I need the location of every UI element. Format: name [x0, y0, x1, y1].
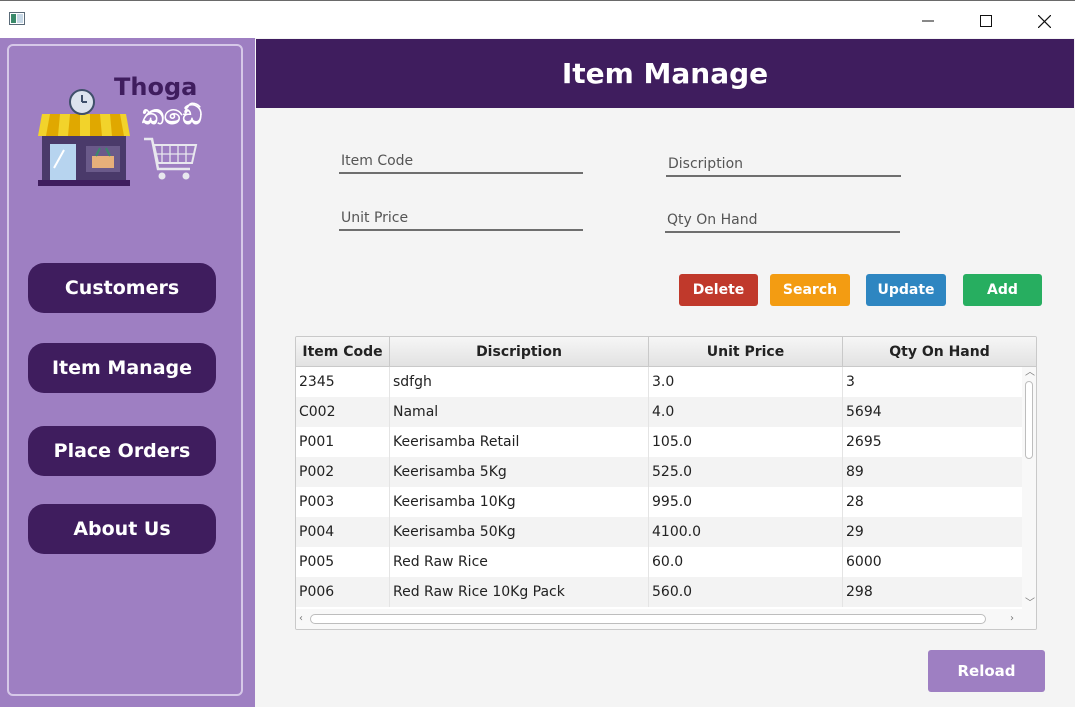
column-header-qty-on-hand[interactable]: Qty On Hand — [843, 337, 1036, 366]
shopping-cart-icon — [144, 137, 198, 180]
cell-unit-price: 3.0 — [649, 367, 843, 397]
cell-unit-price: 60.0 — [649, 547, 843, 577]
cell-item-code: 2345 — [296, 367, 390, 397]
cell-description: Red Raw Rice 10Kg Pack — [390, 577, 649, 607]
qty-on-hand-input[interactable] — [665, 209, 904, 231]
cell-qty-on-hand: 89 — [846, 464, 864, 480]
table-row[interactable]: P003 Keerisamba 10Kg 995.0 28 — [296, 487, 1022, 517]
minimize-button[interactable] — [905, 7, 951, 35]
cell-description: Keerisamba 5Kg — [390, 457, 649, 487]
cell-qty-on-hand: 6000 — [846, 554, 882, 570]
cell-unit-price: 105.0 — [649, 427, 843, 457]
table-row[interactable]: P001 Keerisamba Retail 105.0 2695 — [296, 427, 1022, 457]
cell-description: sdfgh — [390, 367, 649, 397]
cell-item-code: P006 — [296, 577, 390, 607]
search-button[interactable]: Search — [770, 274, 850, 306]
cell-unit-price: 4.0 — [649, 397, 843, 427]
cell-description: Keerisamba 50Kg — [390, 517, 649, 547]
scroll-up-icon[interactable]: ︿ — [1025, 368, 1035, 378]
scroll-left-icon[interactable]: ‹ — [299, 614, 303, 624]
cell-item-code: P001 — [296, 427, 390, 457]
item-code-input[interactable] — [339, 150, 587, 172]
table-header: Item Code Discription Unit Price Qty On … — [296, 337, 1036, 367]
cell-unit-price: 4100.0 — [649, 517, 843, 547]
cell-description: Keerisamba Retail — [390, 427, 649, 457]
column-header-item-code[interactable]: Item Code — [296, 337, 390, 366]
cell-item-code: P003 — [296, 487, 390, 517]
update-button[interactable]: Update — [866, 274, 946, 306]
nav-about-us-button[interactable]: About Us — [28, 504, 216, 554]
delete-button[interactable]: Delete — [679, 274, 758, 306]
logo-brand-sinhala: කඩේ — [142, 100, 203, 131]
cell-description: Keerisamba 10Kg — [390, 487, 649, 517]
page-title: Item Manage — [561, 57, 769, 90]
cell-qty-on-hand: 28 — [846, 494, 864, 510]
reload-button[interactable]: Reload — [928, 650, 1045, 692]
unit-price-input[interactable] — [339, 207, 587, 229]
cell-qty-on-hand: 3 — [846, 374, 855, 390]
vertical-scroll-thumb[interactable] — [1025, 381, 1033, 459]
add-button[interactable]: Add — [963, 274, 1042, 306]
items-table: Item Code Discription Unit Price Qty On … — [295, 336, 1037, 630]
table-row[interactable]: P002 Keerisamba 5Kg 525.0 89 — [296, 457, 1022, 487]
nav-customers-button[interactable]: Customers — [28, 263, 216, 313]
minimize-icon — [922, 20, 934, 22]
window-titlebar — [0, 0, 1075, 38]
table-row[interactable]: C002 Namal 4.0 5694 — [296, 397, 1022, 427]
horizontal-scrollbar[interactable]: ‹ › — [296, 609, 1036, 629]
nav-item-manage-button[interactable]: Item Manage — [28, 343, 216, 393]
logo-brand-text: Thoga — [114, 73, 198, 101]
cell-unit-price: 560.0 — [649, 577, 843, 607]
clock-icon — [69, 89, 95, 115]
description-field[interactable] — [666, 153, 905, 177]
item-code-field[interactable] — [339, 150, 587, 174]
close-button[interactable] — [1021, 7, 1067, 35]
cell-item-code: C002 — [296, 397, 390, 427]
table-row[interactable]: P005 Red Raw Rice 60.0 6000 — [296, 547, 1022, 577]
unit-price-field[interactable] — [339, 207, 587, 231]
cell-description: Namal — [390, 397, 649, 427]
vertical-scrollbar[interactable]: ︿ ﹀ — [1022, 367, 1036, 609]
cell-item-code: P002 — [296, 457, 390, 487]
close-icon — [1037, 14, 1051, 28]
cell-item-code: P005 — [296, 547, 390, 577]
maximize-icon — [980, 15, 992, 27]
qty-on-hand-field[interactable] — [665, 209, 904, 233]
column-header-unit-price[interactable]: Unit Price — [649, 337, 843, 366]
app-window-icon — [9, 12, 25, 25]
scroll-right-icon[interactable]: › — [1010, 614, 1014, 624]
scroll-down-icon[interactable]: ﹀ — [1025, 599, 1035, 609]
table-row[interactable]: 2345 sdfgh 3.0 3 — [296, 367, 1022, 397]
page-header: Item Manage — [256, 39, 1074, 108]
horizontal-scroll-thumb[interactable] — [310, 614, 986, 624]
cell-unit-price: 525.0 — [649, 457, 843, 487]
table-body: 2345 sdfgh 3.0 3 C002 Namal 4.0 5694 P00… — [296, 367, 1022, 609]
nav-place-orders-button[interactable]: Place Orders — [28, 426, 216, 476]
cell-qty-on-hand: 29 — [846, 524, 864, 540]
cell-description: Red Raw Rice — [390, 547, 649, 577]
cell-qty-on-hand: 2695 — [846, 434, 882, 450]
table-row[interactable]: P004 Keerisamba 50Kg 4100.0 29 — [296, 517, 1022, 547]
cell-qty-on-hand: 298 — [846, 584, 873, 600]
cell-unit-price: 995.0 — [649, 487, 843, 517]
cell-item-code: P004 — [296, 517, 390, 547]
description-input[interactable] — [666, 153, 905, 175]
table-row[interactable]: P006 Red Raw Rice 10Kg Pack 560.0 298 — [296, 577, 1022, 607]
maximize-button[interactable] — [963, 7, 1009, 35]
column-header-description[interactable]: Discription — [390, 337, 649, 366]
cell-qty-on-hand: 5694 — [846, 404, 882, 420]
